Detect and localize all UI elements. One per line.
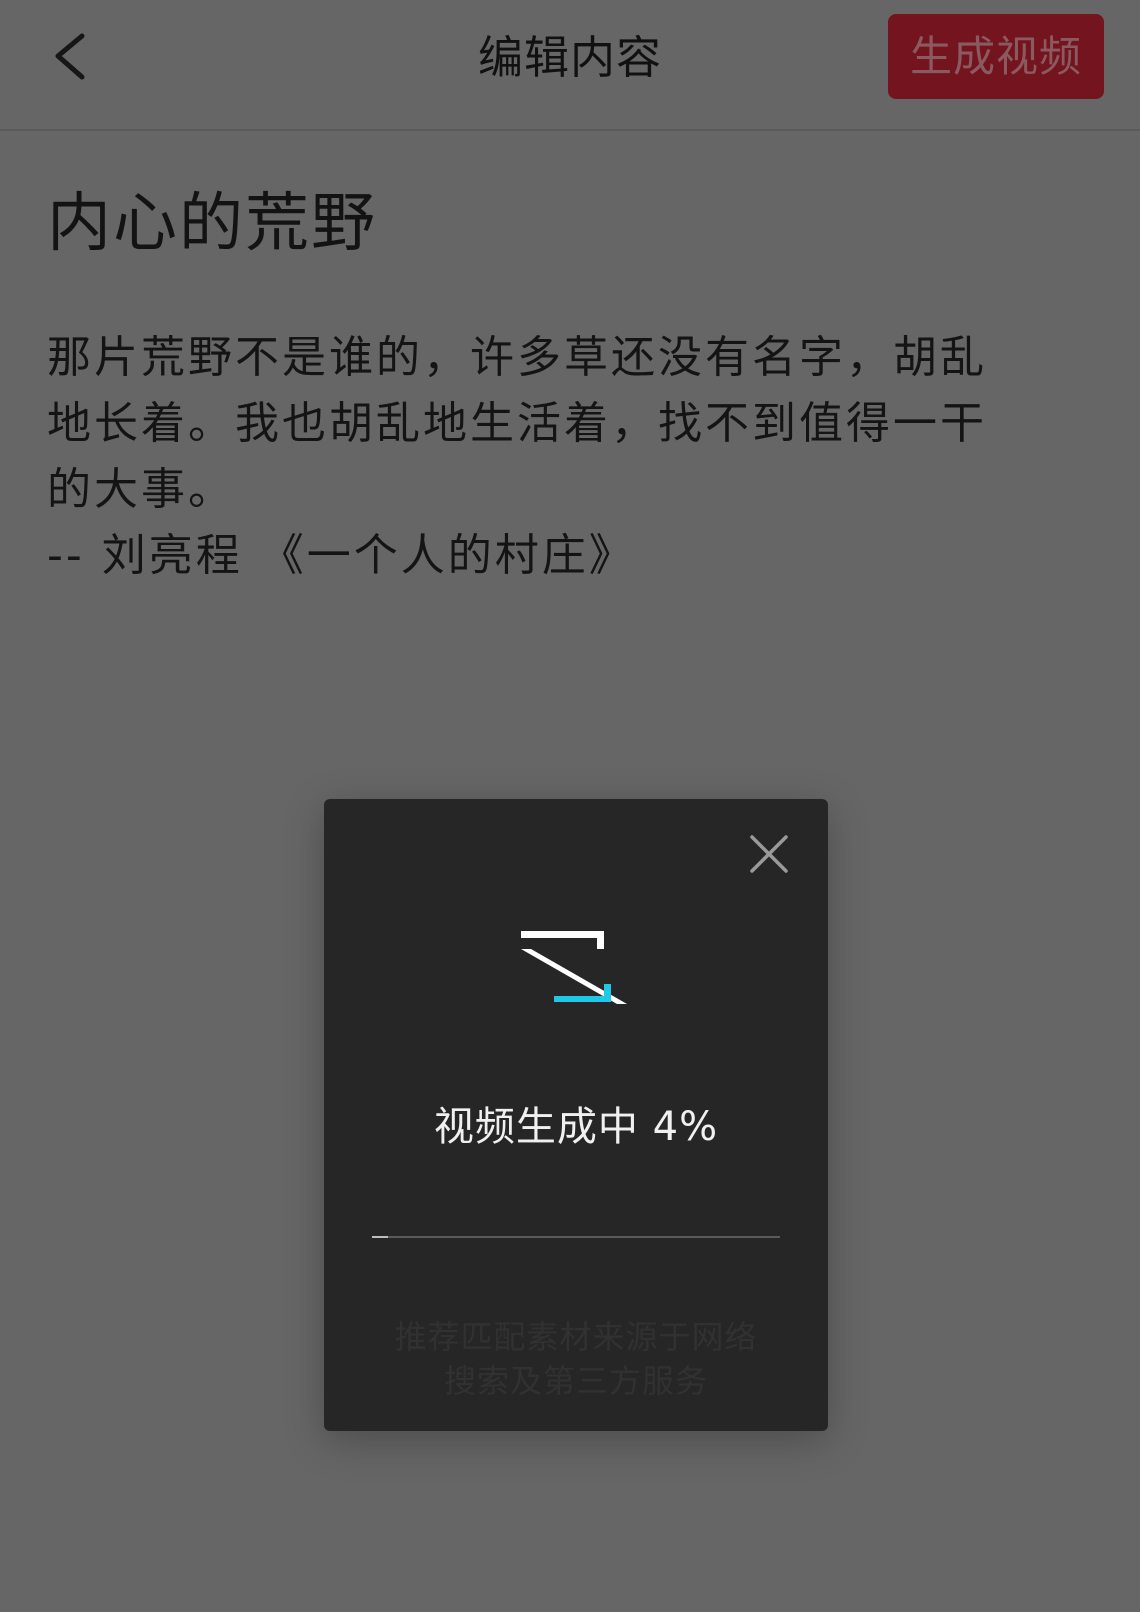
progress-dialog: 视频生成中 4% 推荐匹配素材来源于网络 搜索及第三方服务 <box>324 799 828 1431</box>
top-bar: 编辑内容 生成视频 <box>0 0 1140 131</box>
app-screen: 编辑内容 生成视频 内心的荒野 那片荒野不是谁的，许多草还没有名字，胡乱 地长着… <box>0 0 1140 1612</box>
close-button[interactable] <box>744 829 794 879</box>
progress-status: 视频生成中 4% <box>433 1104 719 1150</box>
disclaimer-line: 搜索及第三方服务 <box>443 1362 708 1400</box>
content-body-line: 那片荒野不是谁的，许多草还没有名字，胡乱 <box>47 332 987 383</box>
source-disclaimer: 推荐匹配素材来源于网络 搜索及第三方服务 <box>354 1315 798 1403</box>
content-body-line: 的大事。 <box>47 464 235 515</box>
close-icon <box>750 835 788 873</box>
content-body-line: -- 刘亮程 《一个人的村庄》 <box>47 530 636 581</box>
disclaimer-line: 推荐匹配素材来源于网络 <box>394 1318 758 1356</box>
app-logo-icon <box>519 929 629 1009</box>
progress-bar <box>372 1236 780 1238</box>
content-body[interactable]: 那片荒野不是谁的，许多草还没有名字，胡乱 地长着。我也胡乱地生活着，找不到值得一… <box>47 325 1107 589</box>
content-title[interactable]: 内心的荒野 <box>47 180 377 268</box>
progress-bar-fill <box>372 1236 389 1238</box>
generate-video-button[interactable]: 生成视频 <box>888 14 1104 99</box>
content-body-line: 地长着。我也胡乱地生活着，找不到值得一干 <box>47 398 987 449</box>
